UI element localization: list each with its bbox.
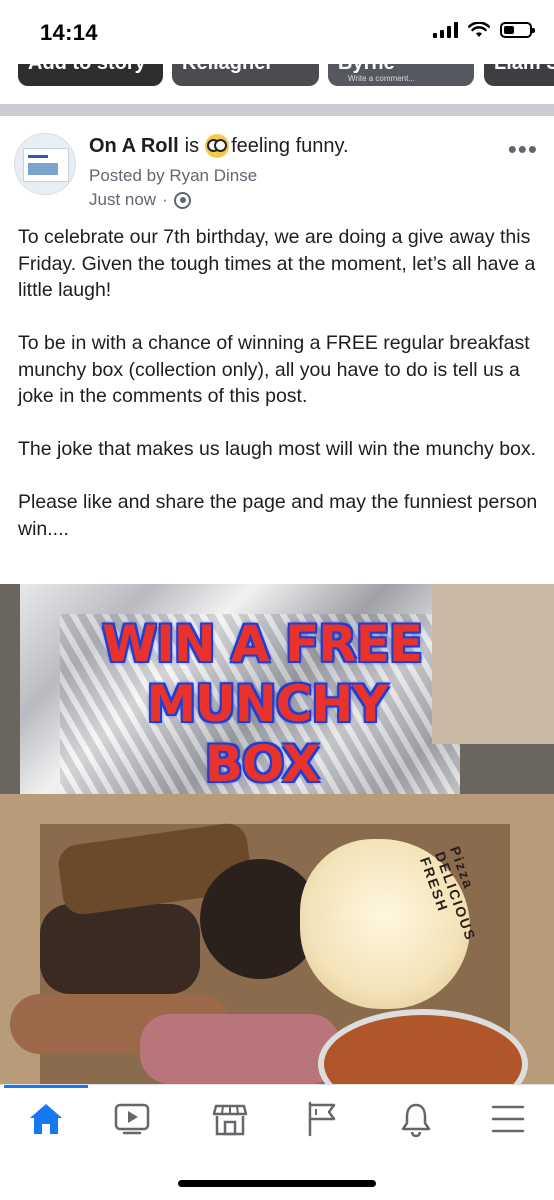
story-label: Byrne bbox=[338, 64, 395, 74]
story-card[interactable]: ByrneWrite a comment... bbox=[328, 64, 474, 86]
story-label: Add to story bbox=[28, 64, 146, 74]
nerd-face-emoji-icon bbox=[205, 134, 230, 158]
story-label: Kellagher bbox=[182, 64, 273, 74]
post-verb: is bbox=[184, 134, 200, 157]
status-time: 14:14 bbox=[40, 20, 98, 45]
cellular-signal-icon bbox=[433, 22, 458, 38]
timestamp-separator: · bbox=[162, 190, 168, 209]
promo-line: WIN A FREE bbox=[101, 615, 423, 673]
post-time[interactable]: Just now bbox=[89, 190, 156, 210]
page-name-link[interactable]: On A Roll bbox=[89, 135, 179, 158]
post-timestamp: Just now · bbox=[89, 190, 191, 210]
active-tab-indicator bbox=[4, 1085, 88, 1088]
stories-strip[interactable]: Add to story Kellagher ByrneWrite a comm… bbox=[0, 64, 554, 88]
food-black-pudding bbox=[40, 904, 200, 994]
tab-menu[interactable] bbox=[478, 1099, 538, 1139]
feeling-text: feeling funny. bbox=[231, 134, 349, 157]
post-paragraph: The joke that makes us laugh most will w… bbox=[18, 438, 537, 460]
more-options-icon[interactable]: ••• bbox=[508, 136, 538, 162]
post-body: To celebrate our 7th birthday, we are do… bbox=[18, 224, 544, 569]
status-icons bbox=[433, 22, 535, 38]
food-bacon bbox=[140, 1014, 340, 1084]
story-label: Liam Sl bbox=[494, 64, 554, 74]
tab-marketplace[interactable] bbox=[200, 1099, 260, 1139]
story-card[interactable]: Liam Sl bbox=[484, 64, 554, 86]
watch-icon bbox=[114, 1103, 150, 1135]
promo-line: BOX bbox=[204, 735, 320, 793]
pages-flag-icon bbox=[308, 1101, 336, 1137]
menu-icon bbox=[491, 1105, 525, 1133]
story-card-add[interactable]: Add to story bbox=[18, 64, 163, 86]
tab-watch[interactable] bbox=[102, 1099, 162, 1139]
promo-line: MUNCHY bbox=[146, 675, 389, 733]
page-avatar[interactable] bbox=[14, 133, 76, 195]
tab-pages[interactable] bbox=[292, 1099, 352, 1139]
post-paragraph: Please like and share the page and may t… bbox=[18, 491, 538, 540]
marketplace-icon bbox=[212, 1104, 248, 1136]
globe-icon bbox=[173, 191, 191, 209]
feed-divider bbox=[0, 104, 554, 116]
tab-notifications[interactable] bbox=[386, 1099, 446, 1139]
posted-by: Posted by Ryan Dinse bbox=[89, 166, 258, 185]
post-paragraph: To celebrate our 7th birthday, we are do… bbox=[18, 226, 536, 301]
status-bar: 14:14 bbox=[0, 0, 554, 64]
wifi-icon bbox=[468, 22, 490, 37]
story-card[interactable]: Kellagher bbox=[172, 64, 319, 86]
battery-icon bbox=[500, 22, 535, 38]
tab-home[interactable] bbox=[16, 1099, 76, 1139]
post-photo[interactable]: Pizza DELICIOUS FRESH WIN A FREE MUNCHY … bbox=[0, 584, 554, 1084]
post-paragraph: To be in with a chance of winning a FREE… bbox=[18, 332, 530, 407]
home-indicator[interactable] bbox=[178, 1180, 376, 1187]
home-icon bbox=[30, 1104, 62, 1134]
post-title: On A Roll is feeling funny. bbox=[89, 134, 349, 158]
notifications-bell-icon bbox=[401, 1103, 431, 1137]
avatar-image bbox=[23, 148, 69, 182]
promo-overlay-text: WIN A FREE MUNCHY BOX bbox=[0, 614, 554, 794]
story-sub-label: Write a comment... bbox=[348, 74, 415, 83]
